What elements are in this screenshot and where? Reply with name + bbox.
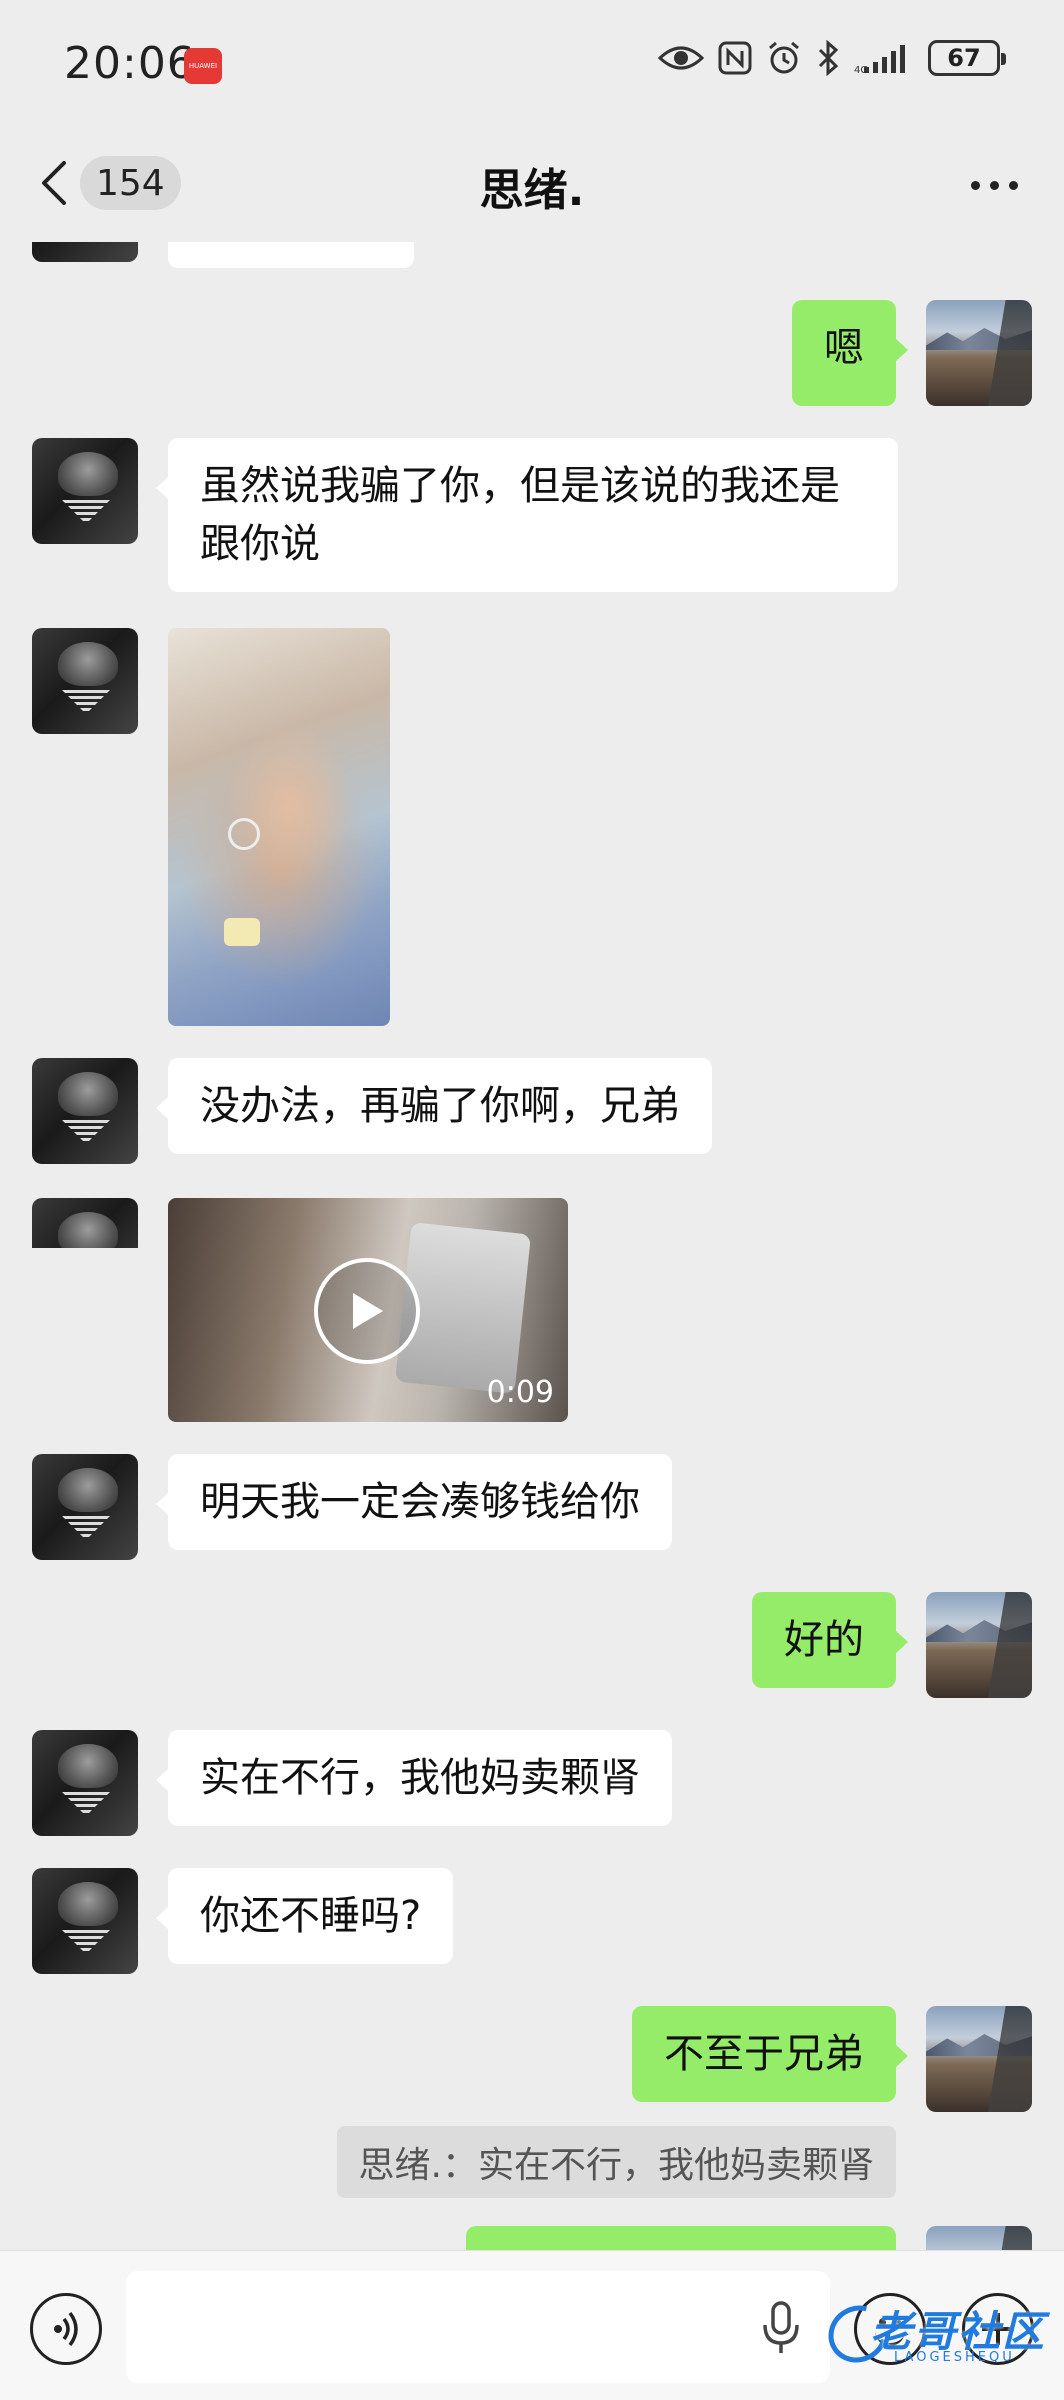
video-message[interactable]: 0:09 [168, 1198, 568, 1422]
message-bubble-outgoing[interactable]: 嗯 [792, 300, 908, 406]
friend-avatar[interactable] [32, 1198, 138, 1248]
chat-header: 154 思绪. [0, 130, 1064, 242]
message-bubble-incoming[interactable]: 没办法，再骗了你啊，兄弟 [156, 1058, 712, 1154]
alarm-icon [769, 41, 799, 74]
video-duration: 0:09 [486, 1375, 554, 1410]
chat-title: 思绪. [479, 165, 585, 216]
my-avatar[interactable] [926, 300, 1032, 406]
status-time: 20:06 [64, 38, 196, 89]
nfc-icon [718, 41, 752, 75]
friend-avatar[interactable] [32, 1454, 138, 1560]
friend-avatar[interactable] [32, 242, 138, 262]
friend-avatar[interactable] [32, 1730, 138, 1836]
eye-icon [658, 46, 704, 70]
message-bubble-incoming[interactable]: 实在不行，我他妈卖颗肾 [156, 1730, 672, 1826]
status-icons: 4G 67 [658, 40, 1006, 76]
battery-icon: 67 [928, 40, 1006, 76]
status-bar: 20:06 HUAWEI 4G 67 [0, 0, 1064, 130]
message-bubble-incoming[interactable]: 虽然说我骗了你，但是该说的我还是跟你说 [156, 438, 898, 592]
friend-avatar[interactable] [32, 1058, 138, 1164]
friend-avatar[interactable] [32, 1868, 138, 1974]
message-bubble-outgoing[interactable]: 不至于兄弟 [632, 2006, 908, 2102]
my-avatar[interactable] [926, 1592, 1032, 1698]
image-message[interactable] [168, 628, 390, 1026]
voice-icon[interactable] [30, 2293, 102, 2365]
signal-icon: 4G [854, 45, 905, 75]
message-bubble-incoming[interactable]: 明天我一定会凑够钱给你 [156, 1454, 672, 1550]
huawei-app-icon: HUAWEI [184, 48, 222, 84]
message-list[interactable]: 嗯 虽然说我骗了你，但是该说的我还是跟你说 没办法，再骗了你啊，兄弟 [0, 242, 1064, 1248]
more-icon[interactable] [954, 160, 1034, 210]
watermark-logo: 老哥社区 LAOGESHEQU [818, 2294, 1064, 2378]
mic-icon[interactable] [756, 2299, 806, 2359]
friend-avatar[interactable] [32, 628, 138, 734]
friend-avatar[interactable] [32, 438, 138, 544]
message-input[interactable] [126, 2271, 830, 2383]
message-bubble-incoming[interactable] [168, 242, 414, 268]
play-icon[interactable] [314, 1258, 420, 1364]
quoted-message[interactable]: 思绪.：实在不行，我他妈卖颗肾 [336, 2126, 896, 2198]
watermark-subtext: LAOGESHEQU [894, 2350, 1015, 2365]
message-bubble-outgoing[interactable]: 好的 [752, 1592, 908, 1688]
bluetooth-icon [818, 40, 839, 76]
svg-text:4G: 4G [854, 65, 868, 75]
message-bubble-incoming[interactable]: 你还不睡吗? [155, 1868, 454, 1964]
my-avatar[interactable] [926, 2006, 1032, 2112]
